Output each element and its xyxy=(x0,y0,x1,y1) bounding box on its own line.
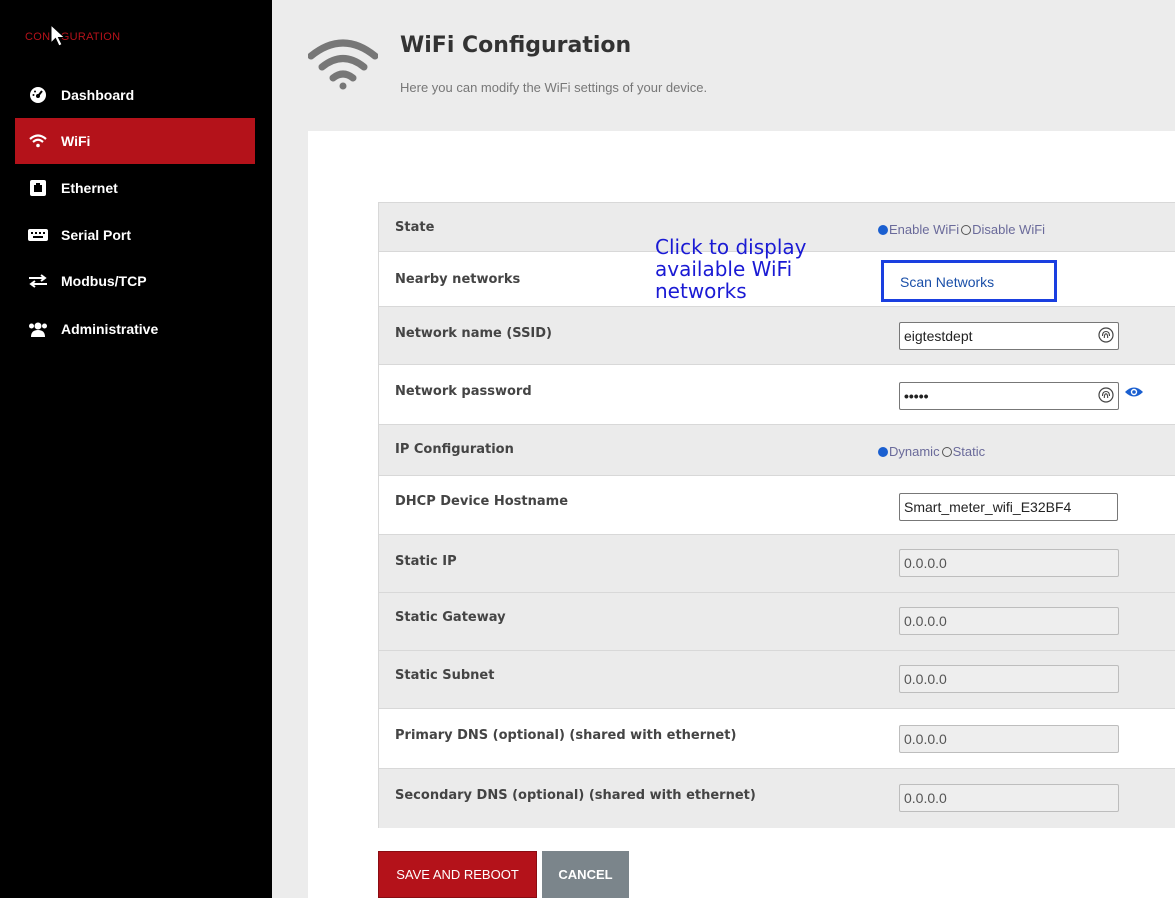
password-input[interactable]: ••••• xyxy=(899,382,1119,410)
scan-networks-button[interactable]: Scan Networks xyxy=(881,260,1057,302)
ssid-input[interactable]: eigtestdept xyxy=(899,322,1119,350)
sidebar-item-label: Administrative xyxy=(61,321,159,337)
sidebar-item-label: Modbus/TCP xyxy=(61,273,147,289)
static-subnet-label: Static Subnet xyxy=(395,668,495,683)
ip-configuration-label: IP Configuration xyxy=(395,442,514,457)
nearby-networks-label: Nearby networks xyxy=(395,272,521,287)
sidebar-item-dashboard[interactable]: Dashboard xyxy=(15,72,272,118)
primary-dns-label: Primary DNS (optional) (shared with ethe… xyxy=(395,728,737,743)
static-ip-radio[interactable] xyxy=(941,446,952,457)
sidebar-item-label: Serial Port xyxy=(61,227,132,243)
primary-dns-value: 0.0.0.0 xyxy=(904,731,947,747)
static-subnet-input[interactable]: 0.0.0.0 xyxy=(899,665,1119,693)
disable-wifi-label: Disable WiFi xyxy=(972,222,1046,237)
wifi-icon xyxy=(27,133,49,149)
secondary-dns-value: 0.0.0.0 xyxy=(904,790,947,806)
sidebar-item-label: Ethernet xyxy=(61,180,118,196)
static-gateway-label: Static Gateway xyxy=(395,610,506,625)
disable-wifi-radio[interactable] xyxy=(961,224,972,235)
primary-dns-input[interactable]: 0.0.0.0 xyxy=(899,725,1119,753)
cancel-button[interactable]: CANCEL xyxy=(542,851,629,898)
fingerprint-icon[interactable] xyxy=(1098,327,1114,343)
fingerprint-icon[interactable] xyxy=(1098,387,1114,403)
dashboard-icon xyxy=(27,87,49,103)
secondary-dns-input[interactable]: 0.0.0.0 xyxy=(899,784,1119,812)
state-label: State xyxy=(395,220,435,235)
sidebar: CONFIGURATION Dashboard WiFi Ethernet Se… xyxy=(0,0,272,898)
scan-networks-label: Scan Networks xyxy=(900,274,995,290)
hostname-input[interactable]: Smart_meter_wifi_E32BF4 xyxy=(899,493,1118,521)
password-value: ••••• xyxy=(904,388,929,404)
sidebar-item-label: WiFi xyxy=(61,133,91,149)
users-icon xyxy=(27,321,49,337)
secondary-dns-label: Secondary DNS (optional) (shared with et… xyxy=(395,788,756,803)
exchange-arrows-icon xyxy=(27,273,49,289)
static-ip-label: Static IP xyxy=(395,554,457,569)
enable-wifi-radio[interactable] xyxy=(878,224,888,235)
sidebar-item-modbus-tcp[interactable]: Modbus/TCP xyxy=(15,258,272,304)
ssid-value: eigtestdept xyxy=(904,328,973,344)
sidebar-item-administrative[interactable]: Administrative xyxy=(15,306,272,352)
static-gateway-value: 0.0.0.0 xyxy=(904,613,947,629)
mouse-cursor-icon xyxy=(50,24,66,47)
sidebar-item-ethernet[interactable]: Ethernet xyxy=(15,165,272,211)
eye-icon[interactable] xyxy=(1124,385,1144,399)
sidebar-brand: CONFIGURATION xyxy=(25,31,121,43)
wifi-icon xyxy=(308,39,378,90)
static-subnet-value: 0.0.0.0 xyxy=(904,671,947,687)
sidebar-item-wifi[interactable]: WiFi xyxy=(15,118,255,164)
hostname-value: Smart_meter_wifi_E32BF4 xyxy=(904,499,1072,515)
enable-wifi-label: Enable WiFi xyxy=(889,222,960,237)
scan-networks-annotation: Click to display available WiFi networks xyxy=(655,235,807,303)
hostname-label: DHCP Device Hostname xyxy=(395,494,569,509)
serial-port-icon xyxy=(27,227,49,243)
static-gateway-input[interactable]: 0.0.0.0 xyxy=(899,607,1119,635)
static-ip-input[interactable]: 0.0.0.0 xyxy=(899,549,1119,577)
static-ip-radio-label: Static xyxy=(952,444,986,459)
save-and-reboot-button[interactable]: SAVE AND REBOOT xyxy=(378,851,537,898)
sidebar-item-serial-port[interactable]: Serial Port xyxy=(15,212,272,258)
page-title: WiFi Configuration xyxy=(400,33,632,58)
page-subtitle: Here you can modify the WiFi settings of… xyxy=(400,80,708,95)
ssid-label: Network name (SSID) xyxy=(395,326,553,341)
dynamic-ip-radio[interactable] xyxy=(878,446,888,457)
table-row-ip-configuration: IP Configuration Dynamic Static xyxy=(379,425,1175,476)
static-ip-value: 0.0.0.0 xyxy=(904,555,947,571)
sidebar-item-label: Dashboard xyxy=(61,87,135,103)
ethernet-icon xyxy=(27,180,49,196)
dynamic-ip-label: Dynamic xyxy=(889,444,940,459)
password-label: Network password xyxy=(395,384,532,399)
